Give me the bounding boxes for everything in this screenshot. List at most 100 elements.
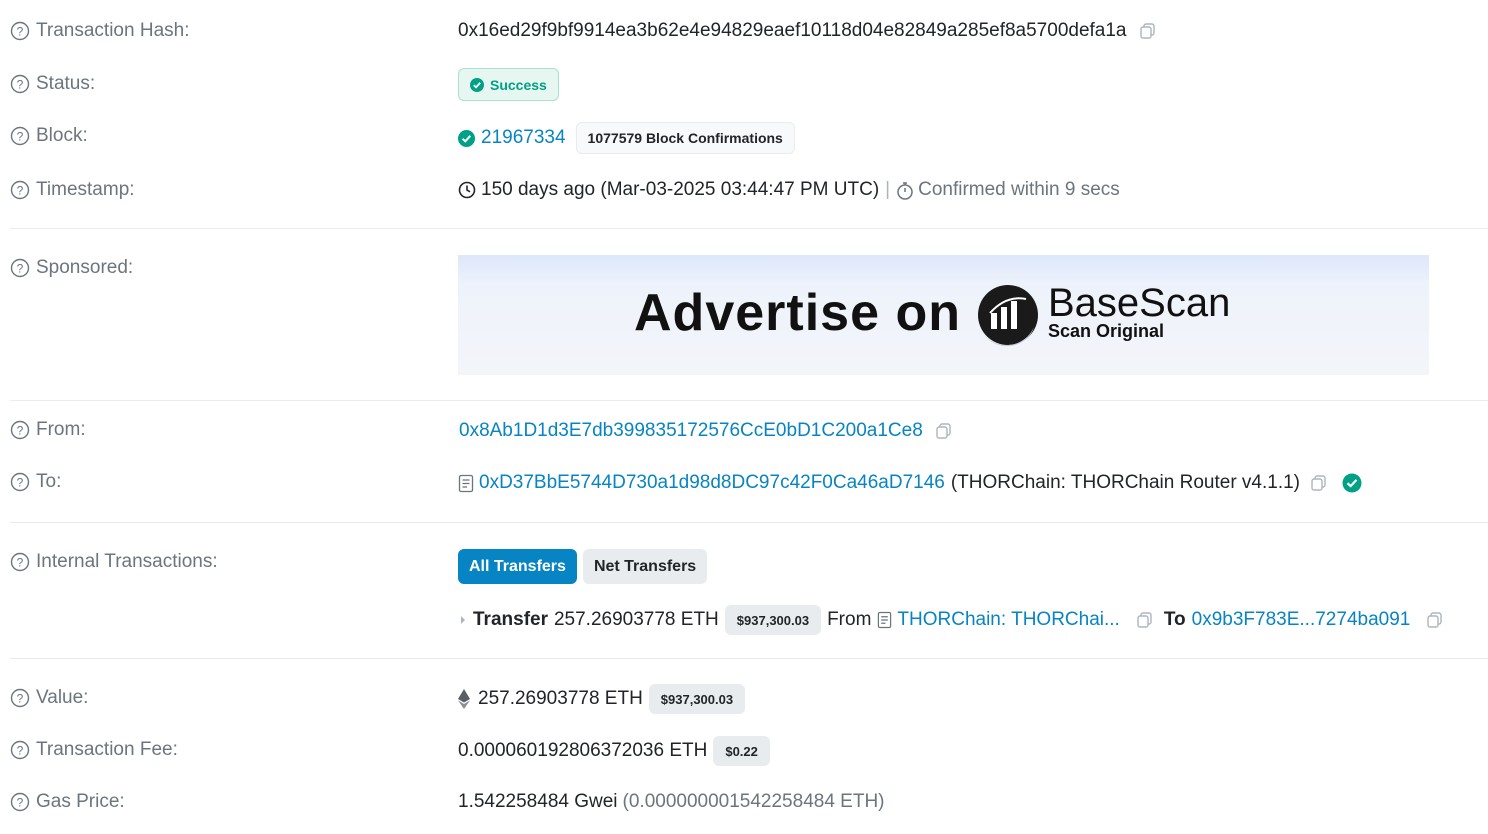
question-circle-icon[interactable]: ? xyxy=(10,258,30,278)
tab-net-transfers[interactable]: Net Transfers xyxy=(582,549,708,584)
confirmed-within-text: Confirmed within 9 secs xyxy=(918,179,1120,200)
transfer-amount: 257.26903778 ETH xyxy=(553,609,719,630)
section-divider xyxy=(10,400,1488,401)
copy-icon[interactable] xyxy=(1139,22,1157,40)
transfer-usd-badge: $937,300.03 xyxy=(724,605,822,635)
copy-icon[interactable] xyxy=(935,422,953,440)
stopwatch-icon xyxy=(897,181,913,200)
question-circle-icon[interactable]: ? xyxy=(10,552,30,572)
block-value-group: 21967334 1077579 Block Confirmations xyxy=(458,122,795,154)
svg-text:?: ? xyxy=(17,184,24,198)
verified-check-icon xyxy=(1342,473,1362,493)
question-circle-icon[interactable]: ? xyxy=(10,21,30,41)
gas-gwei: 1.542258484 Gwei xyxy=(458,791,618,812)
internal-tx-tabs: All Transfers Net Transfers xyxy=(458,549,708,584)
tx-hash-label: Transaction Hash: xyxy=(36,20,190,41)
copy-icon[interactable] xyxy=(1136,611,1154,629)
sponsored-label-group: ? Sponsored: xyxy=(10,257,133,279)
copy-icon[interactable] xyxy=(1426,611,1444,629)
transaction-details-page: ? Transaction Hash: 0x16ed29f9bf9914ea3b… xyxy=(0,0,1488,834)
timestamp-label: Timestamp: xyxy=(36,179,135,200)
question-circle-icon[interactable]: ? xyxy=(10,792,30,812)
tx-hash-label-group: ? Transaction Hash: xyxy=(10,20,189,42)
timestamp-value-group: 150 days ago (Mar-03-2025 03:44:47 PM UT… xyxy=(458,179,1120,201)
status-text: Success xyxy=(490,76,547,93)
internal-tx-label-group: ? Internal Transactions: xyxy=(10,551,218,573)
ad-brand-name: BaseScan xyxy=(1048,281,1231,325)
internal-tx-label: Internal Transactions: xyxy=(36,551,218,572)
from-label: From: xyxy=(36,419,86,440)
from-address-link[interactable]: 0x8Ab1D1d3E7db399835172576CcE0bD1C200a1C… xyxy=(459,420,923,442)
svg-text:?: ? xyxy=(17,692,24,706)
eth-diamond-icon xyxy=(458,689,470,709)
transfer-from-link[interactable]: THORChain: THORChai... xyxy=(897,609,1119,631)
question-circle-icon[interactable]: ? xyxy=(10,180,30,200)
transfer-to-link[interactable]: 0x9b3F783E...7274ba091 xyxy=(1192,609,1411,631)
caret-right-icon[interactable] xyxy=(458,613,468,627)
svg-text:?: ? xyxy=(17,130,24,144)
sponsored-ad-banner[interactable]: Advertise on BaseScan Scan Original xyxy=(458,255,1429,375)
internal-transfer-row: Transfer 257.26903778 ETH $937,300.03 Fr… xyxy=(458,605,1444,635)
question-circle-icon[interactable]: ? xyxy=(10,688,30,708)
svg-text:?: ? xyxy=(17,78,24,92)
svg-text:?: ? xyxy=(17,424,24,438)
value-value-group: 257.26903778 ETH $937,300.03 xyxy=(458,684,746,714)
transfer-from-label: From xyxy=(827,609,872,630)
question-circle-icon[interactable]: ? xyxy=(10,74,30,94)
gas-eth: (0.000000001542258484 ETH) xyxy=(622,791,885,812)
question-circle-icon[interactable]: ? xyxy=(10,420,30,440)
sponsored-label: Sponsored: xyxy=(36,257,134,278)
svg-text:?: ? xyxy=(17,556,24,570)
question-circle-icon[interactable]: ? xyxy=(10,472,30,492)
from-label-group: ? From: xyxy=(10,419,86,441)
svg-text:?: ? xyxy=(17,25,24,39)
to-label: To: xyxy=(36,471,62,492)
to-address-link[interactable]: 0xD37BbE5744D730a1d98d8DC97c42F0Ca46aD71… xyxy=(479,472,945,494)
tx-hash-value-group: 0x16ed29f9bf9914ea3b62e4e94829eaef10118d… xyxy=(458,20,1157,42)
contract-file-icon xyxy=(458,474,474,492)
value-amount: 257.26903778 ETH xyxy=(478,688,643,709)
status-badge: Success xyxy=(458,68,559,101)
fee-label: Transaction Fee: xyxy=(36,739,178,760)
to-value-group: 0xD37BbE5744D730a1d98d8DC97c42F0Ca46aD71… xyxy=(458,472,1362,494)
fee-value-group: 0.000060192806372036 ETH $0.22 xyxy=(458,736,770,766)
gas-label-group: ? Gas Price: xyxy=(10,791,125,813)
fee-usd-badge: $0.22 xyxy=(713,736,770,766)
svg-text:?: ? xyxy=(17,796,24,810)
check-circle-icon xyxy=(458,129,475,147)
status-label-group: ? Status: xyxy=(10,73,95,95)
section-divider xyxy=(10,658,1488,659)
fee-label-group: ? Transaction Fee: xyxy=(10,739,178,761)
block-number-link[interactable]: 21967334 xyxy=(481,127,566,149)
svg-text:?: ? xyxy=(17,744,24,758)
section-divider xyxy=(10,522,1488,523)
basescan-logo-icon xyxy=(978,285,1038,347)
fee-amount: 0.000060192806372036 ETH xyxy=(458,740,708,761)
gas-label: Gas Price: xyxy=(36,791,125,812)
gas-value-group: 1.542258484 Gwei (0.000000001542258484 E… xyxy=(458,791,885,813)
tab-all-transfers[interactable]: All Transfers xyxy=(458,549,577,584)
to-label-group: ? To: xyxy=(10,471,61,493)
timestamp-separator: | xyxy=(885,179,891,200)
contract-file-icon xyxy=(878,611,892,629)
svg-text:?: ? xyxy=(17,476,24,490)
from-value-group: 0x8Ab1D1d3E7db399835172576CcE0bD1C200a1C… xyxy=(459,420,953,442)
value-usd-badge: $937,300.03 xyxy=(648,684,746,714)
check-circle-icon xyxy=(470,77,484,92)
section-divider xyxy=(10,228,1488,229)
status-label: Status: xyxy=(36,73,96,94)
to-contract-name: (THORChain: THORChain Router v4.1.1) xyxy=(950,472,1301,493)
copy-icon[interactable] xyxy=(1310,474,1328,492)
clock-icon xyxy=(458,181,476,199)
block-label: Block: xyxy=(36,125,88,146)
transfer-label: Transfer xyxy=(473,609,548,630)
ad-brand-tagline: Scan Original xyxy=(1048,321,1165,341)
question-circle-icon[interactable]: ? xyxy=(10,126,30,146)
tx-hash-value: 0x16ed29f9bf9914ea3b62e4e94829eaef10118d… xyxy=(458,20,1127,41)
question-circle-icon[interactable]: ? xyxy=(10,740,30,760)
value-label: Value: xyxy=(36,687,89,708)
timestamp-label-group: ? Timestamp: xyxy=(10,179,135,201)
transfer-to-label: To xyxy=(1163,609,1186,630)
status-value-group: Success xyxy=(458,68,559,101)
block-confirmations-badge: 1077579 Block Confirmations xyxy=(575,122,795,154)
